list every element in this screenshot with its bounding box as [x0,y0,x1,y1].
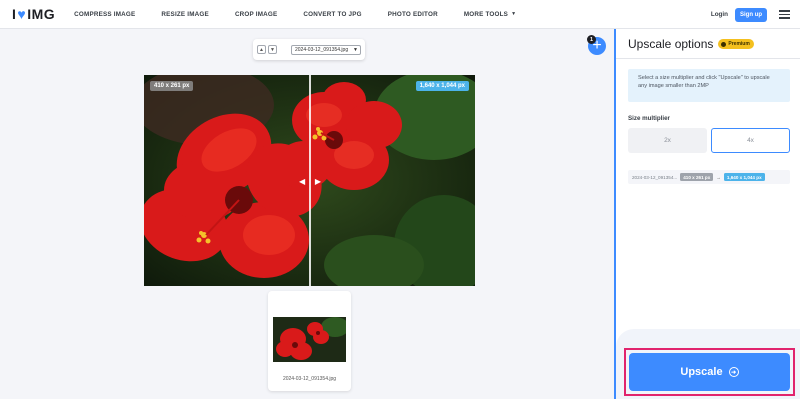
arrow-right-icon: ▶ [314,176,321,186]
info-message: Select a size multiplier and click "Upsc… [628,69,790,102]
arrow-left-icon: ◀ [299,176,306,186]
dropdown-caret-icon: ▼ [353,46,358,53]
upscaled-size-badge: 1,640 x 1,044 px [415,81,469,91]
size-multiplier-label: Size multiplier [628,115,670,122]
panel-action-area: Upscale ➜ [616,329,800,399]
heart-icon: ♥ [17,6,27,22]
next-arrow-icon[interactable]: ▼ [268,45,277,54]
original-size-badge: 410 x 261 px [150,81,194,91]
arrow-right-icon: → [716,174,721,180]
divider-drag-handle[interactable]: ◀ ▶ [299,175,321,187]
hamburger-menu-icon[interactable] [779,10,790,19]
crown-icon [721,41,727,47]
header-actions: Login Sign up [711,0,790,29]
premium-label: Premium [728,41,750,47]
main-nav: COMPRESS IMAGE RESIZE IMAGE CROP IMAGE C… [74,11,542,18]
summary-filename: 2024-03-12_091354... [632,174,678,180]
image-count-badge: 1 [587,35,596,44]
panel-divider [616,58,800,59]
comparison-preview[interactable]: ◀ ▶ 410 x 261 px 1,640 x 1,044 px [144,75,475,286]
nav-more-tools[interactable]: MORE TOOLS ▼ [464,11,516,18]
nav-convert-to-jpg[interactable]: CONVERT TO JPG [303,11,361,18]
upscale-button-label: Upscale [680,366,723,378]
nav-photo-editor[interactable]: PHOTO EDITOR [388,11,438,18]
thumbnail-image [273,317,346,362]
top-navbar: I ♥ IMG COMPRESS IMAGE RESIZE IMAGE CROP… [0,0,800,29]
summary-upscaled-size: 1,640 x 1,044 px [723,173,765,181]
arrow-circle-right-icon: ➜ [728,367,739,377]
nav-resize-image[interactable]: RESIZE IMAGE [161,11,209,18]
iloveimg-logo[interactable]: I ♥ IMG [12,6,55,22]
thumbnail-filename: 2024-03-12_091354.jpg [282,376,337,382]
file-select-dropdown[interactable]: 2024-03-12_091354.jpg ▼ [291,44,361,55]
signup-button[interactable]: Sign up [735,7,767,22]
file-select-value: 2024-03-12_091354.jpg [295,46,349,53]
nav-crop-image[interactable]: CROP IMAGE [235,11,277,18]
nav-compress-image[interactable]: COMPRESS IMAGE [74,11,135,18]
premium-badge: Premium [718,39,754,49]
summary-original-size: 410 x 261 px [680,173,714,181]
multiplier-2x-option[interactable]: 2x [628,128,707,153]
file-thumbnail-card[interactable]: 2024-03-12_091354.jpg [268,291,351,391]
panel-title: Upscale options Premium [628,37,754,51]
nav-more-tools-label: MORE TOOLS [463,10,509,18]
logo-text-img: IMG [27,6,56,22]
upscale-options-panel: Upscale options Premium Select a size mu… [614,29,800,399]
image-workspace: ▲ ▼ 2024-03-12_091354.jpg ▼ + 1 ◀ ▶ 410 … [0,29,614,399]
logo-text-i: I [12,6,17,22]
caret-down-icon: ▼ [511,11,517,17]
login-link[interactable]: Login [711,11,728,18]
prev-arrow-icon[interactable]: ▲ [257,45,266,54]
upscale-button[interactable]: Upscale ➜ [629,353,790,391]
multiplier-4x-option[interactable]: 4x [711,128,790,153]
file-toolbar: ▲ ▼ 2024-03-12_091354.jpg ▼ [253,39,365,60]
panel-title-text: Upscale options [628,37,714,51]
file-size-summary: 2024-03-12_091354... 410 x 261 px → 1,64… [628,170,790,184]
